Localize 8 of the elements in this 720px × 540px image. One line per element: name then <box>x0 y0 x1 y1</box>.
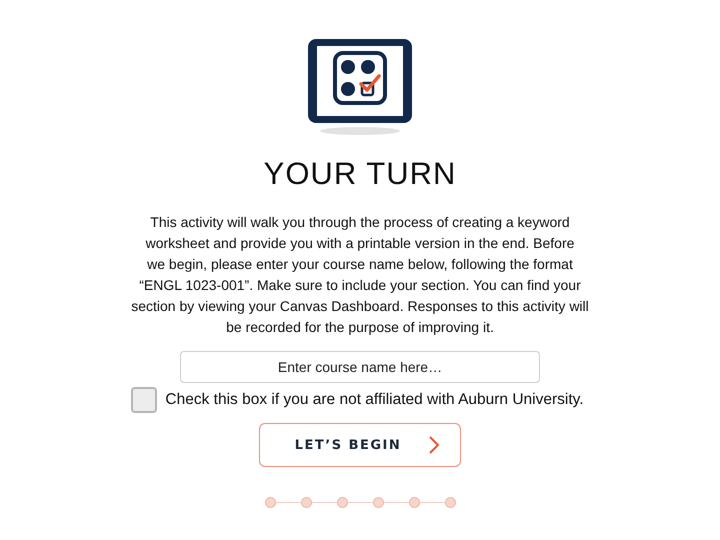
checkbox-label: Check this box if you are not affiliated with Auburn University. <box>165 391 584 409</box>
begin-button[interactable]: LET’S BEGIN <box>259 423 461 467</box>
chevron-right-icon <box>429 436 440 454</box>
intro-paragraph: This activity will walk you through the process of creating a keyword worksheet and provide you with a printable version in the end. Before we begin, please enter your course name below, following the format “ENGL 1023-001”. Make sure to include your section. You can find your section by viewing your Canvas Dashboard. Responses to this activity will be recorded for the purpose of improving it. <box>131 213 589 337</box>
affiliation-checkbox[interactable] <box>131 387 158 413</box>
course-name-field[interactable]: Enter course name here… <box>180 351 540 383</box>
checklist-tablet-icon <box>307 38 413 136</box>
page-title: YOUR TURN <box>264 156 456 192</box>
